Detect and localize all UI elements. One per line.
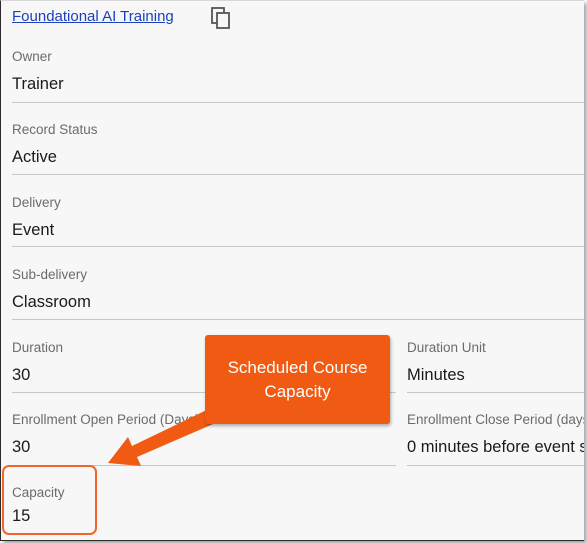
divider	[407, 465, 584, 466]
delivery-label: Delivery	[12, 195, 61, 210]
owner-field: Owner Trainer	[12, 49, 64, 94]
enrollment-close-value: 0 minutes before event starts	[407, 438, 584, 456]
course-record-panel: Foundational AI Training Owner Trainer R…	[0, 0, 584, 541]
enrollment-close-field: Enrollment Close Period (days) 0 minutes…	[407, 412, 584, 457]
enrollment-open-label: Enrollment Open Period (Days)	[12, 412, 200, 427]
annotation-callout: Scheduled Course Capacity	[205, 335, 390, 424]
delivery-field: Delivery Event	[12, 195, 61, 240]
duration-unit-value: Minutes	[407, 366, 465, 384]
owner-value: Trainer	[12, 75, 64, 93]
record-status-field: Record Status Active	[12, 122, 98, 167]
enrollment-open-value: 30	[12, 438, 31, 456]
record-status-label: Record Status	[12, 122, 98, 137]
enrollment-open-field: Enrollment Open Period (Days) 30	[12, 412, 200, 457]
sub-delivery-field: Sub-delivery Classroom	[12, 267, 91, 312]
enrollment-close-label: Enrollment Close Period (days)	[407, 412, 584, 427]
sub-delivery-value: Classroom	[12, 293, 91, 311]
divider	[407, 392, 584, 393]
duration-value: 30	[12, 366, 31, 384]
owner-label: Owner	[12, 49, 52, 64]
duration-unit-label: Duration Unit	[407, 340, 486, 355]
sub-delivery-label: Sub-delivery	[12, 267, 88, 282]
copy-icon[interactable]	[210, 6, 232, 30]
duration-unit-field: Duration Unit Minutes	[407, 340, 486, 385]
delivery-value: Event	[12, 221, 55, 239]
capacity-highlight-box	[2, 465, 97, 535]
divider	[12, 174, 584, 175]
callout-text: Scheduled Course Capacity	[227, 357, 368, 401]
record-status-value: Active	[12, 148, 57, 166]
course-title-link[interactable]: Foundational AI Training	[12, 8, 174, 25]
divider	[12, 246, 584, 247]
divider	[12, 319, 584, 320]
divider	[12, 102, 584, 103]
duration-field: Duration 30	[12, 340, 63, 385]
duration-label: Duration	[12, 340, 64, 355]
